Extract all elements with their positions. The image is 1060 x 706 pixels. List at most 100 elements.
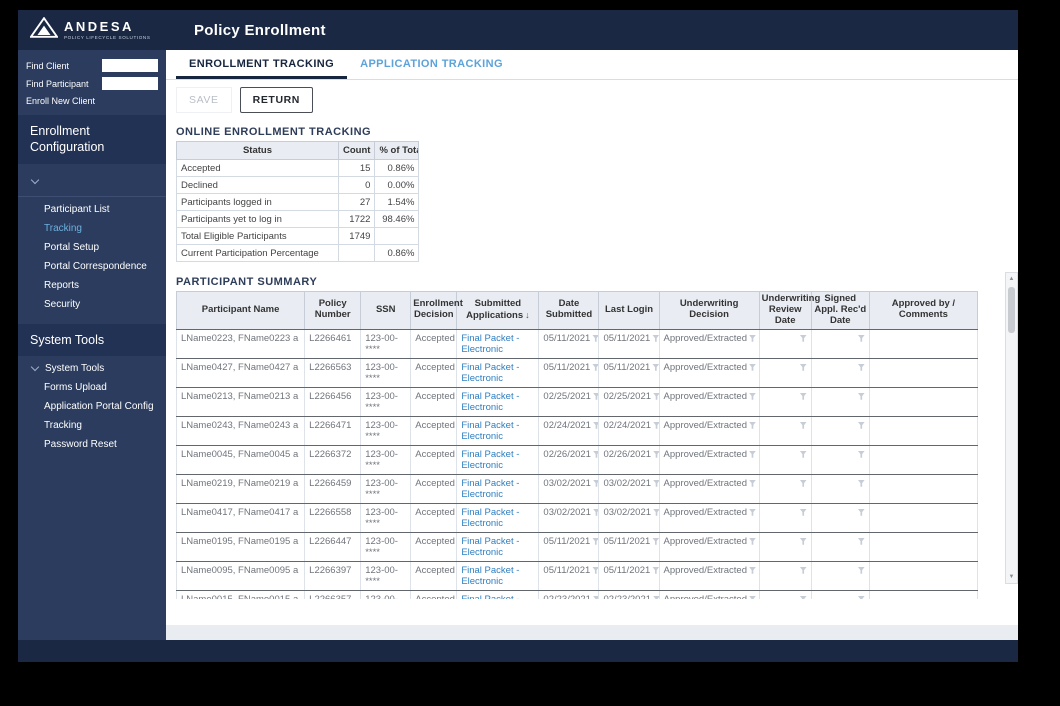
- participant-row[interactable]: LName0213, FName0213 a L2266456 123-00-***…: [176, 387, 979, 417]
- participant-name-header[interactable]: Participant Name: [176, 291, 306, 330]
- filter-icon[interactable]: [748, 334, 756, 342]
- participant-row[interactable]: LName0095, FName0095 a L2266397 123-00-***…: [176, 561, 979, 591]
- filter-icon[interactable]: [857, 392, 865, 400]
- submitted-applications-header[interactable]: Submitted Applications ↓: [456, 291, 540, 330]
- filter-icon[interactable]: [652, 334, 659, 342]
- filter-icon[interactable]: [748, 566, 756, 574]
- last-login-header[interactable]: Last Login: [598, 291, 660, 330]
- filter-icon[interactable]: [748, 508, 756, 516]
- ssn-header[interactable]: SSN: [360, 291, 412, 330]
- filter-icon[interactable]: [652, 363, 659, 371]
- filter-icon[interactable]: [857, 334, 865, 342]
- participant-row[interactable]: LName0045, FName0045 a L2266372 123-00-***…: [176, 445, 979, 475]
- filter-icon[interactable]: [748, 537, 756, 545]
- filter-icon[interactable]: [857, 363, 865, 371]
- filter-icon[interactable]: [592, 334, 598, 342]
- filter-icon[interactable]: [799, 421, 807, 429]
- enrollment-decision-header[interactable]: Enrollment Decision: [410, 291, 463, 330]
- filter-icon[interactable]: [857, 566, 865, 574]
- submitted-application-link[interactable]: Final Packet - Electronic: [461, 594, 519, 599]
- sidebar-item-portal-correspondence[interactable]: Portal Correspondence: [18, 257, 166, 276]
- underwriting-decision-header[interactable]: Underwriting Decision: [658, 291, 760, 330]
- scroll-down-button[interactable]: ▼: [1006, 571, 1017, 583]
- sidebar-item-participant-list[interactable]: Participant List: [18, 200, 166, 219]
- submitted-application-link[interactable]: Final Packet - Electronic: [461, 362, 519, 384]
- section-collapse-toggle[interactable]: [18, 164, 166, 197]
- filter-icon[interactable]: [799, 450, 807, 458]
- underwriting-decision-cell: Approved/Extracted: [658, 416, 760, 446]
- participant-row[interactable]: LName0015, FName0015 aL2266357123-00-***…: [176, 590, 979, 599]
- filter-icon[interactable]: [748, 392, 756, 400]
- sidebar-item-password-reset[interactable]: Password Reset: [18, 435, 166, 454]
- scrollbar-thumb[interactable]: [1008, 287, 1015, 333]
- sidebar-item-reports[interactable]: Reports: [18, 276, 166, 295]
- return-button[interactable]: RETURN: [239, 87, 313, 113]
- enrollment-configuration-section[interactable]: Enrollment Configuration: [18, 115, 166, 164]
- filter-icon[interactable]: [799, 508, 807, 516]
- submitted-application-link[interactable]: Final Packet - Electronic: [461, 478, 519, 500]
- system-tools-section[interactable]: System Tools: [18, 323, 166, 356]
- filter-icon[interactable]: [748, 363, 756, 371]
- submitted-application-link[interactable]: Final Packet - Electronic: [461, 420, 519, 442]
- sidebar-item-label: Portal Correspondence: [44, 260, 147, 272]
- filter-icon[interactable]: [799, 537, 807, 545]
- save-button[interactable]: SAVE: [176, 87, 232, 113]
- submitted-application-link[interactable]: Final Packet - Electronic: [461, 333, 519, 355]
- sidebar-item-security[interactable]: Security: [18, 295, 166, 314]
- participant-row[interactable]: LName0243, FName0243 a L2266471 123-00-***…: [176, 416, 979, 446]
- submitted-application-link[interactable]: Final Packet - Electronic: [461, 391, 519, 413]
- vertical-scrollbar[interactable]: ▲ ▼: [1005, 272, 1018, 584]
- submitted-application-link[interactable]: Final Packet - Electronic: [461, 449, 519, 471]
- submitted-application-link[interactable]: Final Packet - Electronic: [461, 565, 519, 587]
- tab-application-tracking[interactable]: APPLICATION TRACKING: [347, 50, 516, 79]
- approved-by-comments-cell: [868, 503, 979, 533]
- find-participant-input[interactable]: [102, 77, 158, 90]
- filter-icon[interactable]: [857, 537, 865, 545]
- participant-row[interactable]: LName0219, FName0219 a L2266459 123-00-***…: [176, 474, 979, 504]
- date-submitted-header[interactable]: Date Submitted: [538, 291, 600, 330]
- column-header-label: Last Login: [605, 303, 654, 315]
- filter-icon[interactable]: [592, 566, 598, 574]
- filter-icon[interactable]: [748, 479, 756, 487]
- submitted-application-link[interactable]: Final Packet - Electronic: [461, 507, 519, 529]
- filter-icon[interactable]: [652, 537, 659, 545]
- approved-by-comments-header[interactable]: Approved by / Comments: [868, 291, 979, 330]
- filter-icon[interactable]: [799, 595, 807, 599]
- filter-icon[interactable]: [652, 566, 659, 574]
- filter-icon[interactable]: [592, 363, 598, 371]
- enroll-new-client-link[interactable]: Enroll New Client: [18, 95, 166, 115]
- find-client-input[interactable]: [102, 59, 158, 72]
- filter-icon[interactable]: [857, 508, 865, 516]
- filter-icon[interactable]: [799, 363, 807, 371]
- filter-icon[interactable]: [799, 334, 807, 342]
- participant-row[interactable]: LName0417, FName0417 a L2266558 123-00-***…: [176, 503, 979, 533]
- sidebar-item-system-tools[interactable]: System Tools: [18, 359, 166, 378]
- approved-by-comments-cell: [868, 474, 979, 504]
- filter-icon[interactable]: [799, 392, 807, 400]
- filter-icon[interactable]: [799, 566, 807, 574]
- filter-icon[interactable]: [799, 479, 807, 487]
- sidebar-item-forms-upload[interactable]: Forms Upload: [18, 378, 166, 397]
- policy-number-header[interactable]: Policy Number: [304, 291, 362, 330]
- filter-icon[interactable]: [748, 450, 756, 458]
- underwriting-review-date-header[interactable]: Underwriting Review Date: [758, 291, 820, 330]
- filter-icon[interactable]: [857, 421, 865, 429]
- filter-icon[interactable]: [857, 450, 865, 458]
- tab-enrollment-tracking[interactable]: ENROLLMENT TRACKING: [176, 50, 348, 79]
- sort-desc-icon[interactable]: ↓: [525, 310, 530, 320]
- sidebar-item-tracking[interactable]: Tracking: [18, 416, 166, 435]
- sidebar-item-tracking[interactable]: Tracking: [18, 219, 166, 238]
- filter-icon[interactable]: [592, 537, 598, 545]
- filter-icon[interactable]: [748, 595, 756, 599]
- scroll-up-button[interactable]: ▲: [1006, 273, 1017, 285]
- filter-icon[interactable]: [857, 595, 865, 599]
- participant-row[interactable]: LName0427, FName0427 a L2266563 123-00-***…: [176, 358, 979, 388]
- participant-row[interactable]: LName0195, FName0195 a L2266447 123-00-***…: [176, 532, 979, 562]
- filter-icon[interactable]: [748, 421, 756, 429]
- participant-row[interactable]: LName0223, FName0223 a L2266461 123-00-***…: [176, 329, 979, 359]
- sidebar-item-portal-setup[interactable]: Portal Setup: [18, 238, 166, 257]
- submitted-application-link[interactable]: Final Packet - Electronic: [461, 536, 519, 558]
- sidebar-item-application-portal-config[interactable]: Application Portal Config: [18, 397, 166, 416]
- filter-icon[interactable]: [857, 479, 865, 487]
- underwriting-review-date-cell: [758, 358, 812, 388]
